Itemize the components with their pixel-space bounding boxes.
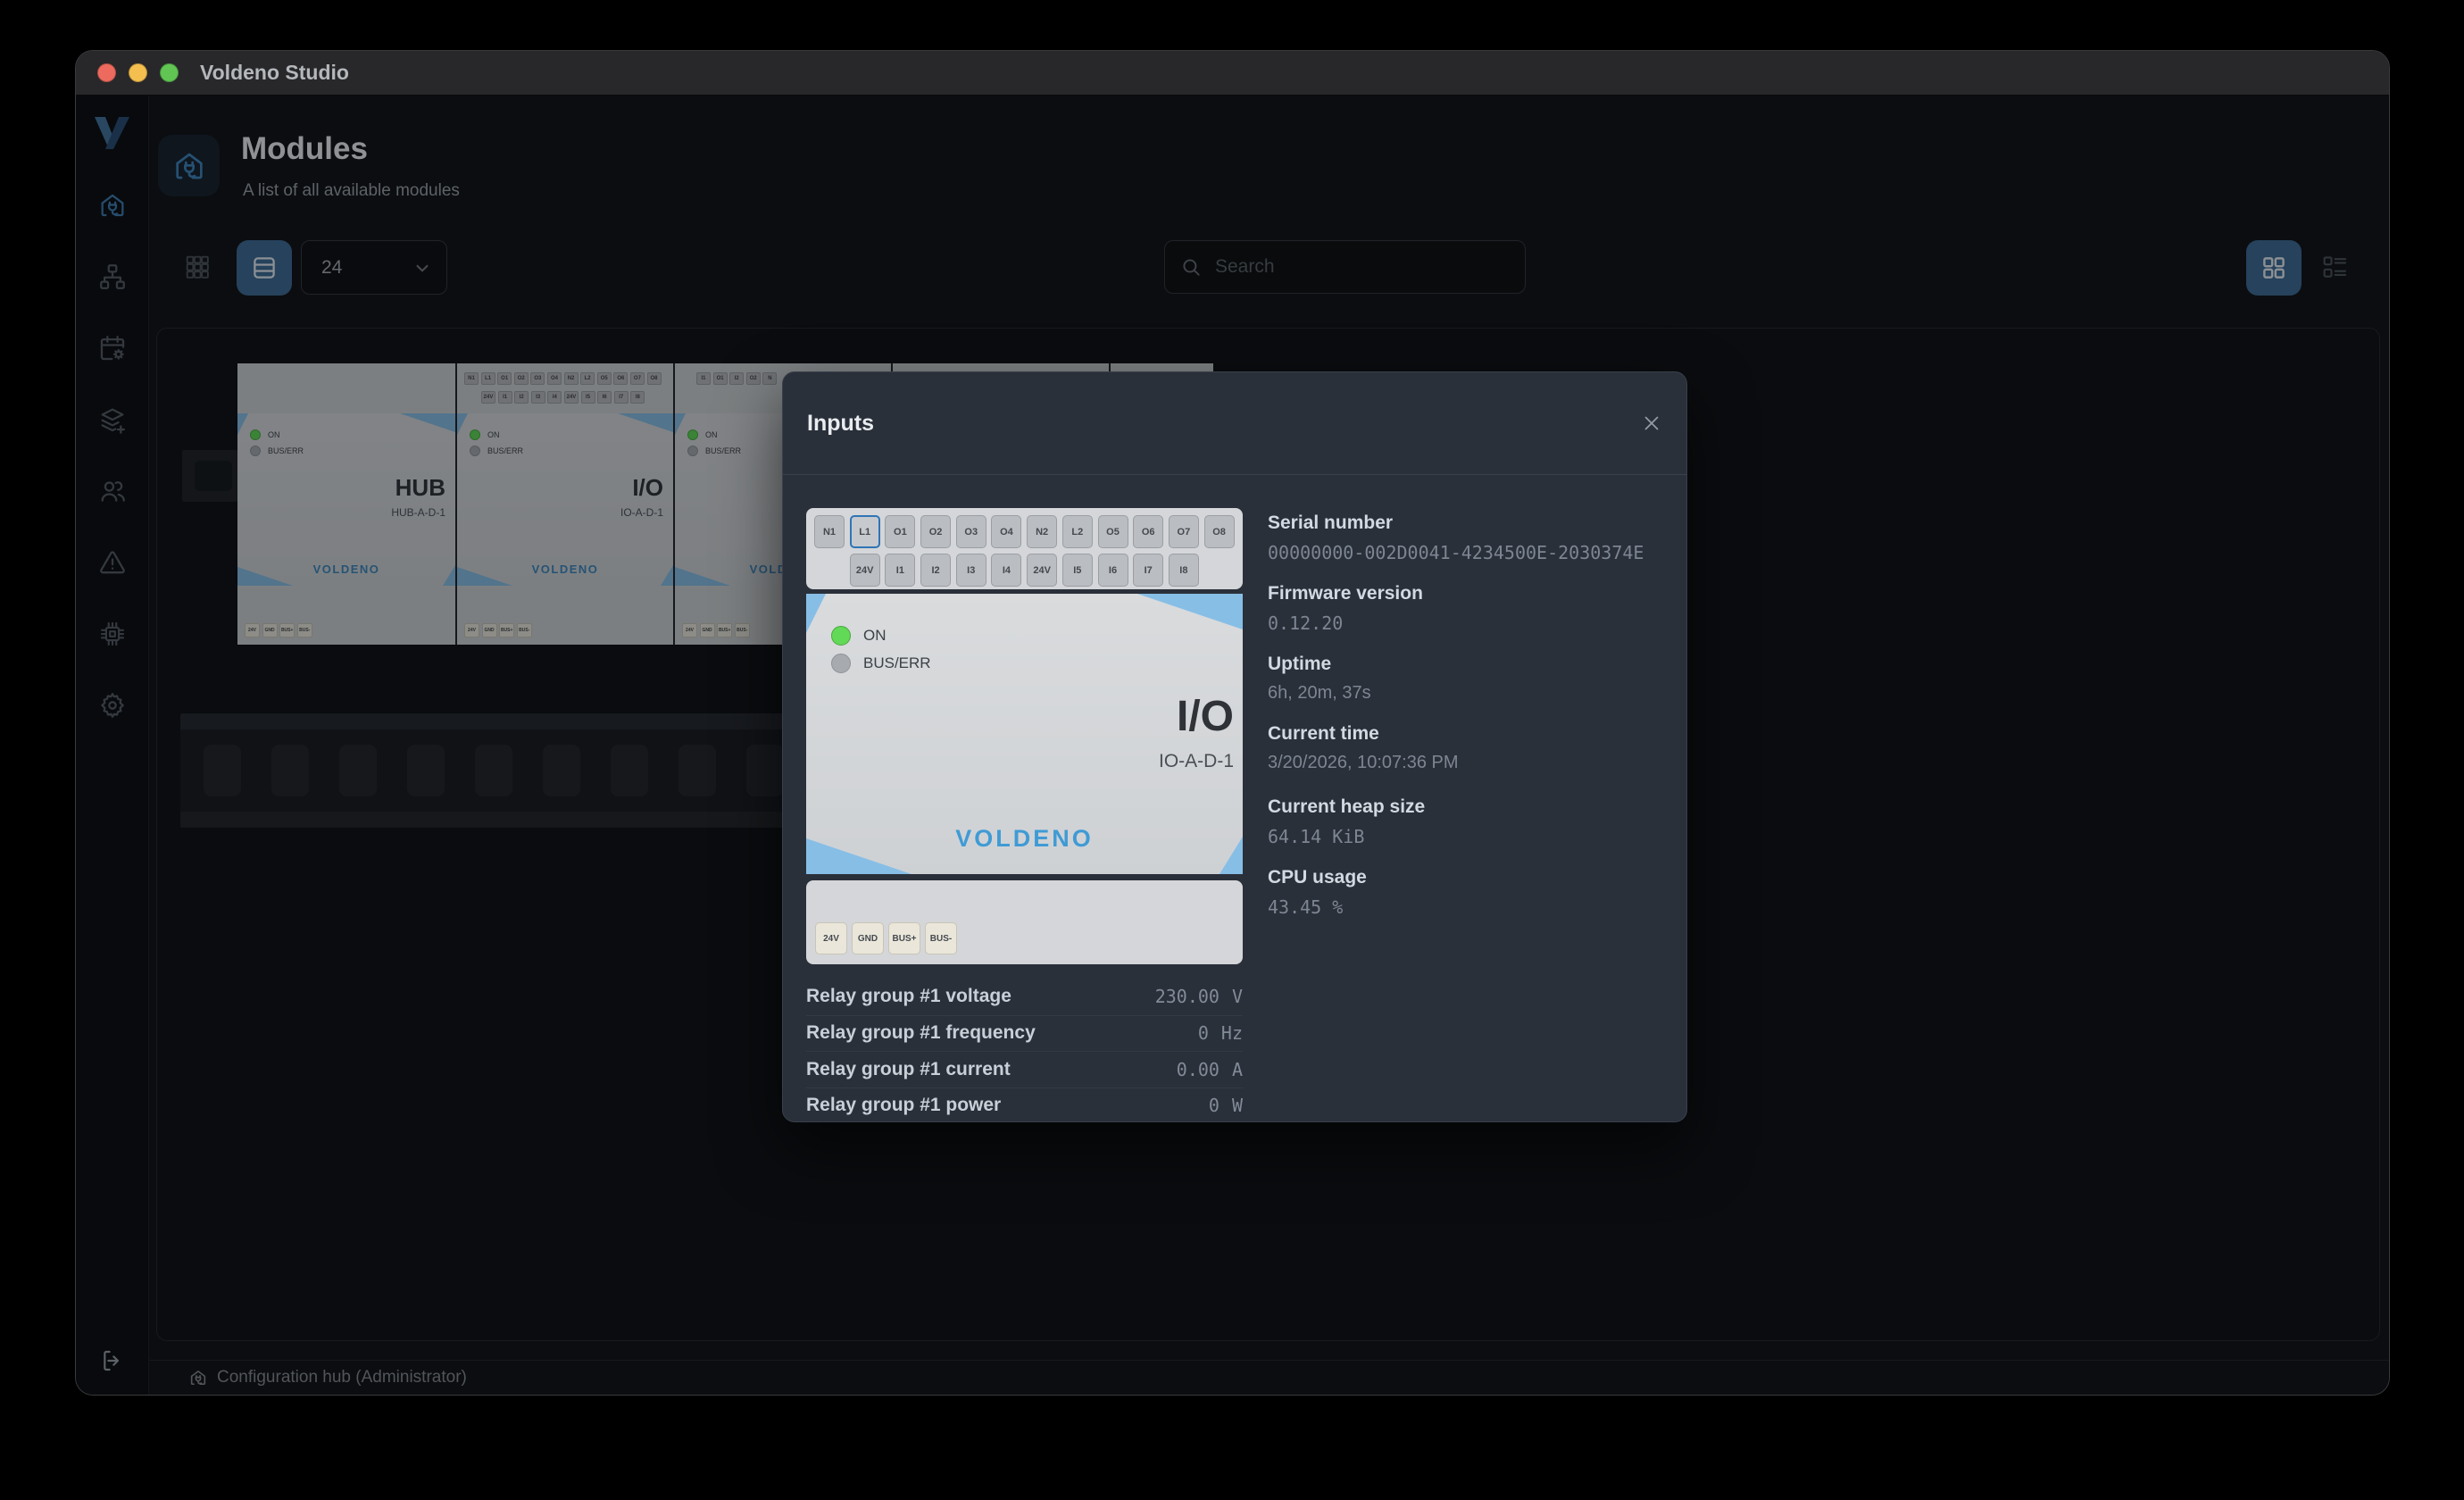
module-model: IO-A-D-1 (1159, 751, 1234, 772)
module-name: I/O (1177, 692, 1234, 741)
modal-title: Inputs (807, 411, 874, 437)
led-label: ON (863, 627, 887, 645)
terminal-button[interactable]: N1 (814, 515, 845, 548)
terminal-button[interactable]: 24V (1027, 554, 1057, 587)
detail-cpu-usage: CPU usage 43.45 % (1268, 867, 1664, 918)
terminal-button[interactable]: O5 (1098, 515, 1128, 548)
minimize-window-button[interactable] (129, 63, 147, 82)
app-body: Modules A list of all available modules … (76, 96, 2389, 1395)
window-title: Voldeno Studio (200, 61, 349, 85)
terminal-button[interactable]: 24V (850, 554, 880, 587)
app-window: Voldeno Studio (75, 50, 2390, 1396)
terminal-button[interactable]: L2 (1062, 515, 1093, 548)
corner-triangle (1137, 594, 1243, 629)
module-leds: ON BUS/ERR (831, 626, 931, 673)
titlebar: Voldeno Studio (76, 51, 2389, 96)
reading-row: Relay group #1 power 0W (806, 1088, 1243, 1123)
corner-triangle (806, 594, 826, 633)
terminal-button[interactable]: O8 (1204, 515, 1235, 548)
terminal-button[interactable]: I7 (1133, 554, 1163, 587)
led-label: BUS/ERR (863, 654, 931, 672)
terminal-button[interactable]: I4 (991, 554, 1021, 587)
detail-heap-size: Current heap size 64.14 KiB (1268, 796, 1664, 847)
terminal-button[interactable]: O1 (885, 515, 915, 548)
module-brand: VOLDENO (806, 825, 1243, 853)
detail-firmware-version: Firmware version 0.12.20 (1268, 583, 1664, 634)
terminal-button[interactable]: 24V (815, 922, 847, 954)
terminal-button[interactable]: O3 (956, 515, 986, 548)
close-button[interactable] (1640, 412, 1663, 435)
close-icon (1640, 412, 1663, 435)
terminal-button[interactable]: O4 (991, 515, 1021, 548)
module-details: Serial number 00000000-002D0041-4234500E… (1268, 512, 1664, 938)
terminal-button[interactable]: I5 (1062, 554, 1093, 587)
terminal-button[interactable]: O6 (1133, 515, 1163, 548)
detail-uptime: Uptime 6h, 20m, 37s (1268, 654, 1664, 704)
terminal-button[interactable]: I3 (956, 554, 986, 587)
modal-header: Inputs (783, 372, 1686, 475)
led-dot (831, 626, 851, 646)
reading-row: Relay group #1 voltage 230.00V (806, 979, 1243, 1015)
terminal-button[interactable]: N2 (1027, 515, 1057, 548)
terminal-button[interactable]: I2 (920, 554, 951, 587)
detail-serial-number: Serial number 00000000-002D0041-4234500E… (1268, 512, 1664, 563)
close-window-button[interactable] (97, 63, 116, 82)
reading-row: Relay group #1 frequency 0Hz (806, 1015, 1243, 1052)
terminal-button[interactable]: I6 (1098, 554, 1128, 587)
module-bottom-terminals: 24VGNDBUS+BUS- (806, 880, 1243, 964)
traffic-lights (97, 63, 179, 82)
terminal-button[interactable]: BUS+ (888, 922, 920, 954)
detail-current-time: Current time 3/20/2026, 10:07:36 PM (1268, 723, 1664, 773)
reading-row: Relay group #1 current 0.00A (806, 1051, 1243, 1088)
terminal-button[interactable]: I8 (1169, 554, 1199, 587)
module-top-terminals: N1L1O1O2O3O4N2L2O5O6O7O8 24VI1I2I3I424VI… (806, 508, 1243, 589)
zoom-window-button[interactable] (160, 63, 179, 82)
relay-readings: Relay group #1 voltage 230.00V Relay gro… (806, 979, 1243, 1122)
terminal-button[interactable]: I1 (885, 554, 915, 587)
terminal-button[interactable]: O7 (1169, 515, 1199, 548)
terminal-button[interactable]: BUS- (925, 922, 957, 954)
terminal-button[interactable]: L1 (850, 515, 880, 548)
terminal-button[interactable]: GND (852, 922, 884, 954)
terminal-button[interactable]: O2 (920, 515, 951, 548)
led-dot (831, 654, 851, 673)
module-face: ON BUS/ERR I/O IO-A-D-1 VOLDENO (806, 594, 1243, 874)
inputs-modal: Inputs N1L1O1O2O3O4N2L2O5O6O7O8 24VI1I2I… (782, 371, 1687, 1122)
